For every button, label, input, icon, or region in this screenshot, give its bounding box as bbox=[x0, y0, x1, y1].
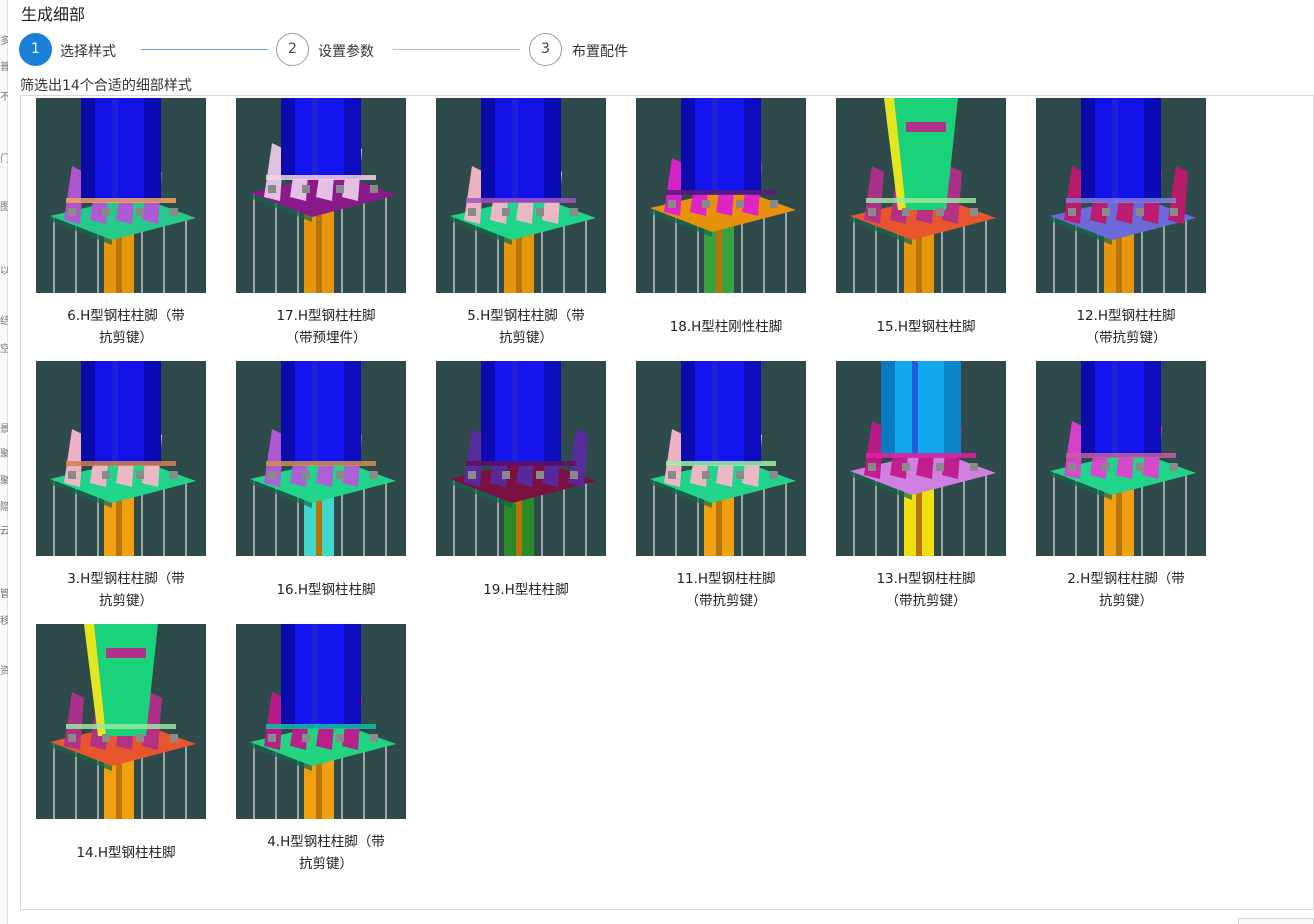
style-caption-text: 14.H型钢柱柱脚 bbox=[76, 845, 176, 861]
step-connector-1 bbox=[141, 49, 268, 50]
style-caption: 15.H型钢柱柱脚 bbox=[836, 299, 1016, 355]
style-gallery[interactable]: 6.H型钢柱柱脚（带抗剪键） 17.H型钢柱柱脚（带预埋件） 5.H型钢柱柱脚（带抗… bbox=[20, 95, 1314, 910]
style-tile[interactable]: 2.H型钢柱柱脚（带抗剪键） bbox=[1036, 361, 1206, 624]
style-thumbnail[interactable] bbox=[236, 98, 406, 293]
style-thumbnail[interactable] bbox=[636, 98, 806, 293]
ok-button-edge[interactable] bbox=[1238, 918, 1314, 924]
style-caption: 6.H型钢柱柱脚（带抗剪键） bbox=[36, 299, 216, 355]
style-caption-text: 19.H型柱柱脚 bbox=[483, 582, 569, 598]
style-grid: 6.H型钢柱柱脚（带抗剪键） 17.H型钢柱柱脚（带预埋件） 5.H型钢柱柱脚（带抗… bbox=[36, 98, 1216, 887]
step-1-label[interactable]: 选择样式 bbox=[60, 41, 116, 61]
style-caption: 14.H型钢柱柱脚 bbox=[36, 825, 216, 881]
style-caption: 12.H型钢柱柱脚（带抗剪键） bbox=[1036, 299, 1216, 355]
background-glyph: 普 bbox=[0, 62, 8, 73]
style-caption: 19.H型柱柱脚 bbox=[436, 562, 616, 618]
style-tile[interactable]: 6.H型钢柱柱脚（带抗剪键） bbox=[36, 98, 206, 361]
style-caption-text: 16.H型钢柱柱脚 bbox=[276, 582, 376, 598]
style-tile[interactable]: 13.H型钢柱柱脚（带抗剪键） bbox=[836, 361, 1006, 624]
style-thumbnail[interactable] bbox=[236, 361, 406, 556]
background-window-strip: 多普不门图以结空景聚聚隐云管移资 bbox=[0, 0, 8, 924]
style-caption-text: 13.H型钢柱柱脚（带抗剪键） bbox=[876, 571, 976, 609]
style-caption: 16.H型钢柱柱脚 bbox=[236, 562, 416, 618]
style-thumbnail[interactable] bbox=[36, 624, 206, 819]
style-thumbnail[interactable] bbox=[1036, 361, 1206, 556]
style-caption-text: 18.H型柱刚性柱脚 bbox=[669, 319, 783, 335]
style-caption-text: 11.H型钢柱柱脚（带抗剪键） bbox=[676, 571, 776, 609]
filter-result-text: 筛选出14个合适的细部样式 bbox=[20, 78, 192, 94]
style-tile[interactable]: 16.H型钢柱柱脚 bbox=[236, 361, 406, 624]
style-caption-text: 12.H型钢柱柱脚（带抗剪键） bbox=[1076, 308, 1176, 346]
style-thumbnail[interactable] bbox=[436, 361, 606, 556]
style-thumbnail[interactable] bbox=[36, 361, 206, 556]
background-glyph: 云 bbox=[0, 526, 8, 537]
background-glyph: 门 bbox=[0, 154, 8, 165]
style-caption-text: 6.H型钢柱柱脚（带抗剪键） bbox=[67, 308, 185, 346]
background-glyph: 结 bbox=[0, 316, 8, 327]
step-3-indicator[interactable]: 3 bbox=[529, 33, 562, 66]
style-caption-text: 4.H型钢柱柱脚（带抗剪键） bbox=[267, 834, 385, 872]
style-tile[interactable]: 5.H型钢柱柱脚（带抗剪键） bbox=[436, 98, 606, 361]
style-caption: 3.H型钢柱柱脚（带抗剪键） bbox=[36, 562, 216, 618]
background-glyph: 图 bbox=[0, 202, 8, 213]
background-glyph: 管 bbox=[0, 589, 8, 600]
background-glyph: 聚 bbox=[0, 449, 8, 460]
background-glyph: 资 bbox=[0, 666, 8, 677]
style-caption-text: 2.H型钢柱柱脚（带抗剪键） bbox=[1067, 571, 1185, 609]
style-caption: 17.H型钢柱柱脚（带预埋件） bbox=[236, 299, 416, 355]
style-tile[interactable]: 19.H型柱柱脚 bbox=[436, 361, 606, 624]
style-caption: 2.H型钢柱柱脚（带抗剪键） bbox=[1036, 562, 1216, 618]
style-tile[interactable]: 11.H型钢柱柱脚（带抗剪键） bbox=[636, 361, 806, 624]
style-caption: 4.H型钢柱柱脚（带抗剪键） bbox=[236, 825, 416, 881]
style-caption-text: 15.H型钢柱柱脚 bbox=[876, 319, 976, 335]
style-caption-text: 5.H型钢柱柱脚（带抗剪键） bbox=[467, 308, 585, 346]
style-tile[interactable]: 3.H型钢柱柱脚（带抗剪键） bbox=[36, 361, 206, 624]
style-caption-text: 17.H型钢柱柱脚（带预埋件） bbox=[276, 308, 376, 346]
style-caption: 5.H型钢柱柱脚（带抗剪键） bbox=[436, 299, 616, 355]
step-2-label[interactable]: 设置参数 bbox=[318, 41, 374, 61]
step-3-label[interactable]: 布置配件 bbox=[572, 41, 628, 61]
style-thumbnail[interactable] bbox=[36, 98, 206, 293]
wizard-stepper: 1 选择样式 2 设置参数 3 布置配件 bbox=[19, 33, 639, 67]
background-glyph: 多 bbox=[0, 36, 8, 47]
background-glyph: 以 bbox=[0, 266, 8, 277]
step-2-indicator[interactable]: 2 bbox=[276, 33, 309, 66]
style-tile[interactable]: 12.H型钢柱柱脚（带抗剪键） bbox=[1036, 98, 1206, 361]
background-glyph: 不 bbox=[0, 92, 8, 103]
style-tile[interactable]: 18.H型柱刚性柱脚 bbox=[636, 98, 806, 361]
background-glyph: 空 bbox=[0, 344, 8, 355]
style-thumbnail[interactable] bbox=[436, 98, 606, 293]
background-glyph: 移 bbox=[0, 616, 8, 627]
app-root: 多普不门图以结空景聚聚隐云管移资 生成细部 1 选择样式 2 设置参数 3 布置… bbox=[0, 0, 1314, 924]
style-thumbnail[interactable] bbox=[636, 361, 806, 556]
style-thumbnail[interactable] bbox=[836, 98, 1006, 293]
style-caption: 13.H型钢柱柱脚（带抗剪键） bbox=[836, 562, 1016, 618]
style-thumbnail[interactable] bbox=[1036, 98, 1206, 293]
dialog-title: 生成细部 bbox=[21, 5, 86, 24]
background-glyph: 聚 bbox=[0, 476, 8, 487]
style-caption-text: 3.H型钢柱柱脚（带抗剪键） bbox=[67, 571, 185, 609]
style-tile[interactable]: 15.H型钢柱柱脚 bbox=[836, 98, 1006, 361]
style-thumbnail[interactable] bbox=[236, 624, 406, 819]
style-tile[interactable]: 17.H型钢柱柱脚（带预埋件） bbox=[236, 98, 406, 361]
style-thumbnail[interactable] bbox=[836, 361, 1006, 556]
step-1-indicator[interactable]: 1 bbox=[19, 33, 52, 66]
generate-detail-dialog: 生成细部 1 选择样式 2 设置参数 3 布置配件 筛选出14个合适的细部样式 … bbox=[8, 0, 1314, 924]
style-caption: 18.H型柱刚性柱脚 bbox=[636, 299, 816, 355]
style-tile[interactable]: 14.H型钢柱柱脚 bbox=[36, 624, 206, 887]
style-caption: 11.H型钢柱柱脚（带抗剪键） bbox=[636, 562, 816, 618]
style-tile[interactable]: 4.H型钢柱柱脚（带抗剪键） bbox=[236, 624, 406, 887]
step-connector-2 bbox=[393, 49, 520, 50]
background-glyph: 隐 bbox=[0, 502, 8, 513]
background-glyph: 景 bbox=[0, 424, 8, 435]
